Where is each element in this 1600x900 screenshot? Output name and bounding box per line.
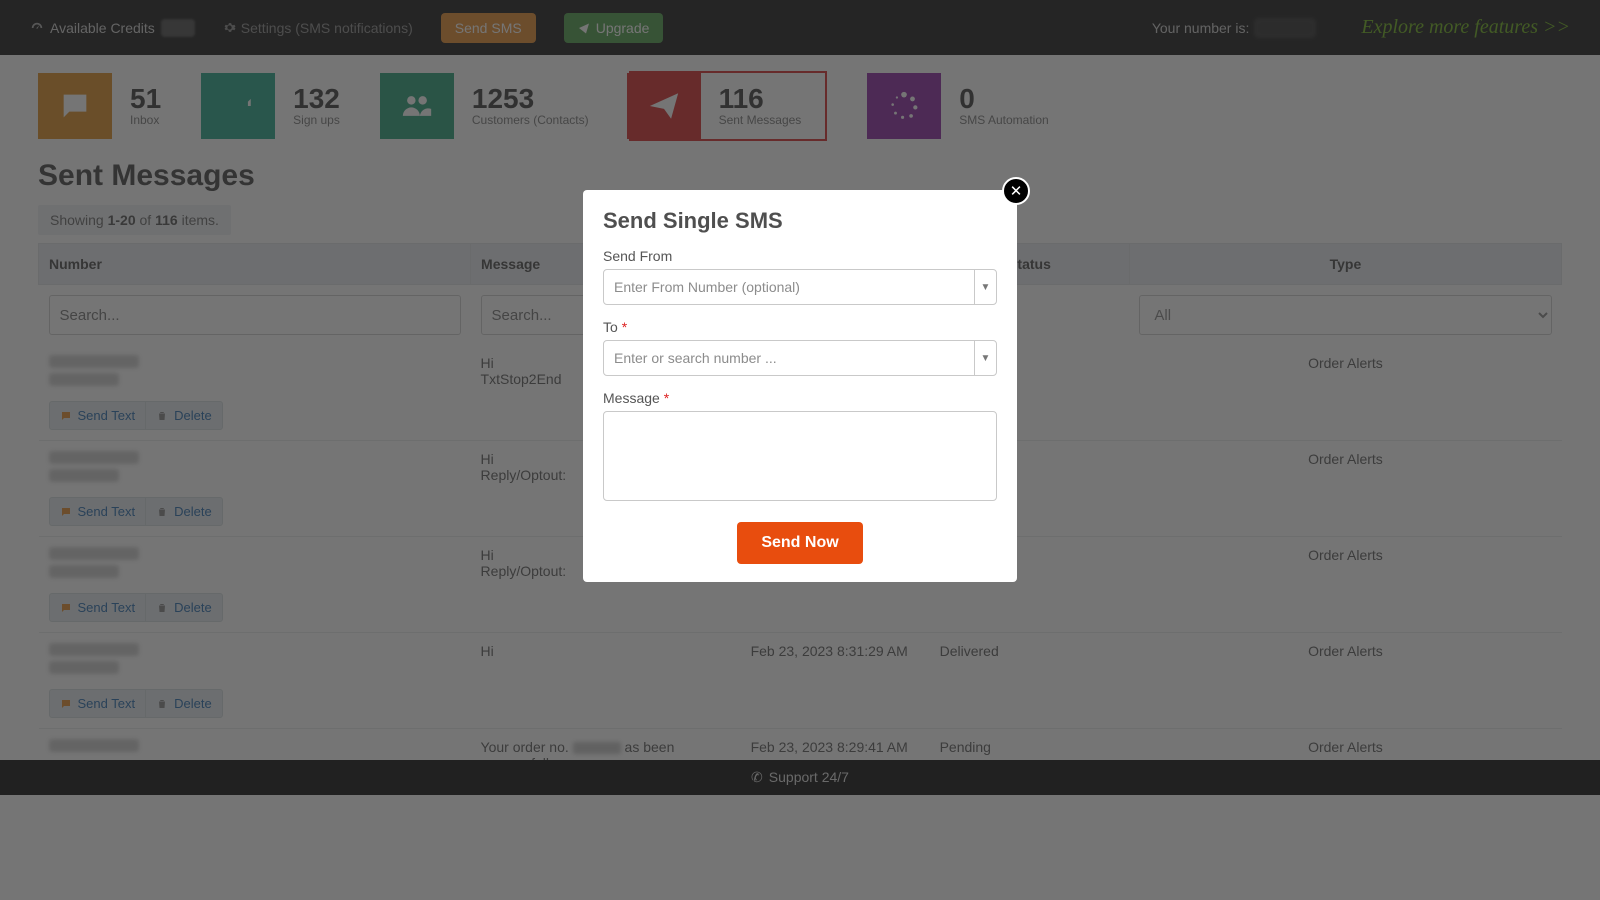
message-label: Message *: [603, 390, 997, 406]
to-placeholder: Enter or search number ...: [604, 350, 974, 366]
message-textarea[interactable]: [603, 411, 997, 501]
from-select[interactable]: Enter From Number (optional) ▼: [603, 269, 997, 305]
chevron-down-icon: ▼: [974, 270, 996, 304]
close-icon[interactable]: ✕: [1002, 177, 1030, 205]
from-label: Send From: [603, 248, 997, 264]
from-placeholder: Enter From Number (optional): [604, 279, 974, 295]
send-now-button[interactable]: Send Now: [737, 522, 862, 564]
to-label: To *: [603, 319, 997, 335]
modal-title: Send Single SMS: [603, 208, 997, 234]
chevron-down-icon: ▼: [974, 341, 996, 375]
to-select[interactable]: Enter or search number ... ▼: [603, 340, 997, 376]
send-sms-modal: ✕ Send Single SMS Send From Enter From N…: [583, 190, 1017, 582]
